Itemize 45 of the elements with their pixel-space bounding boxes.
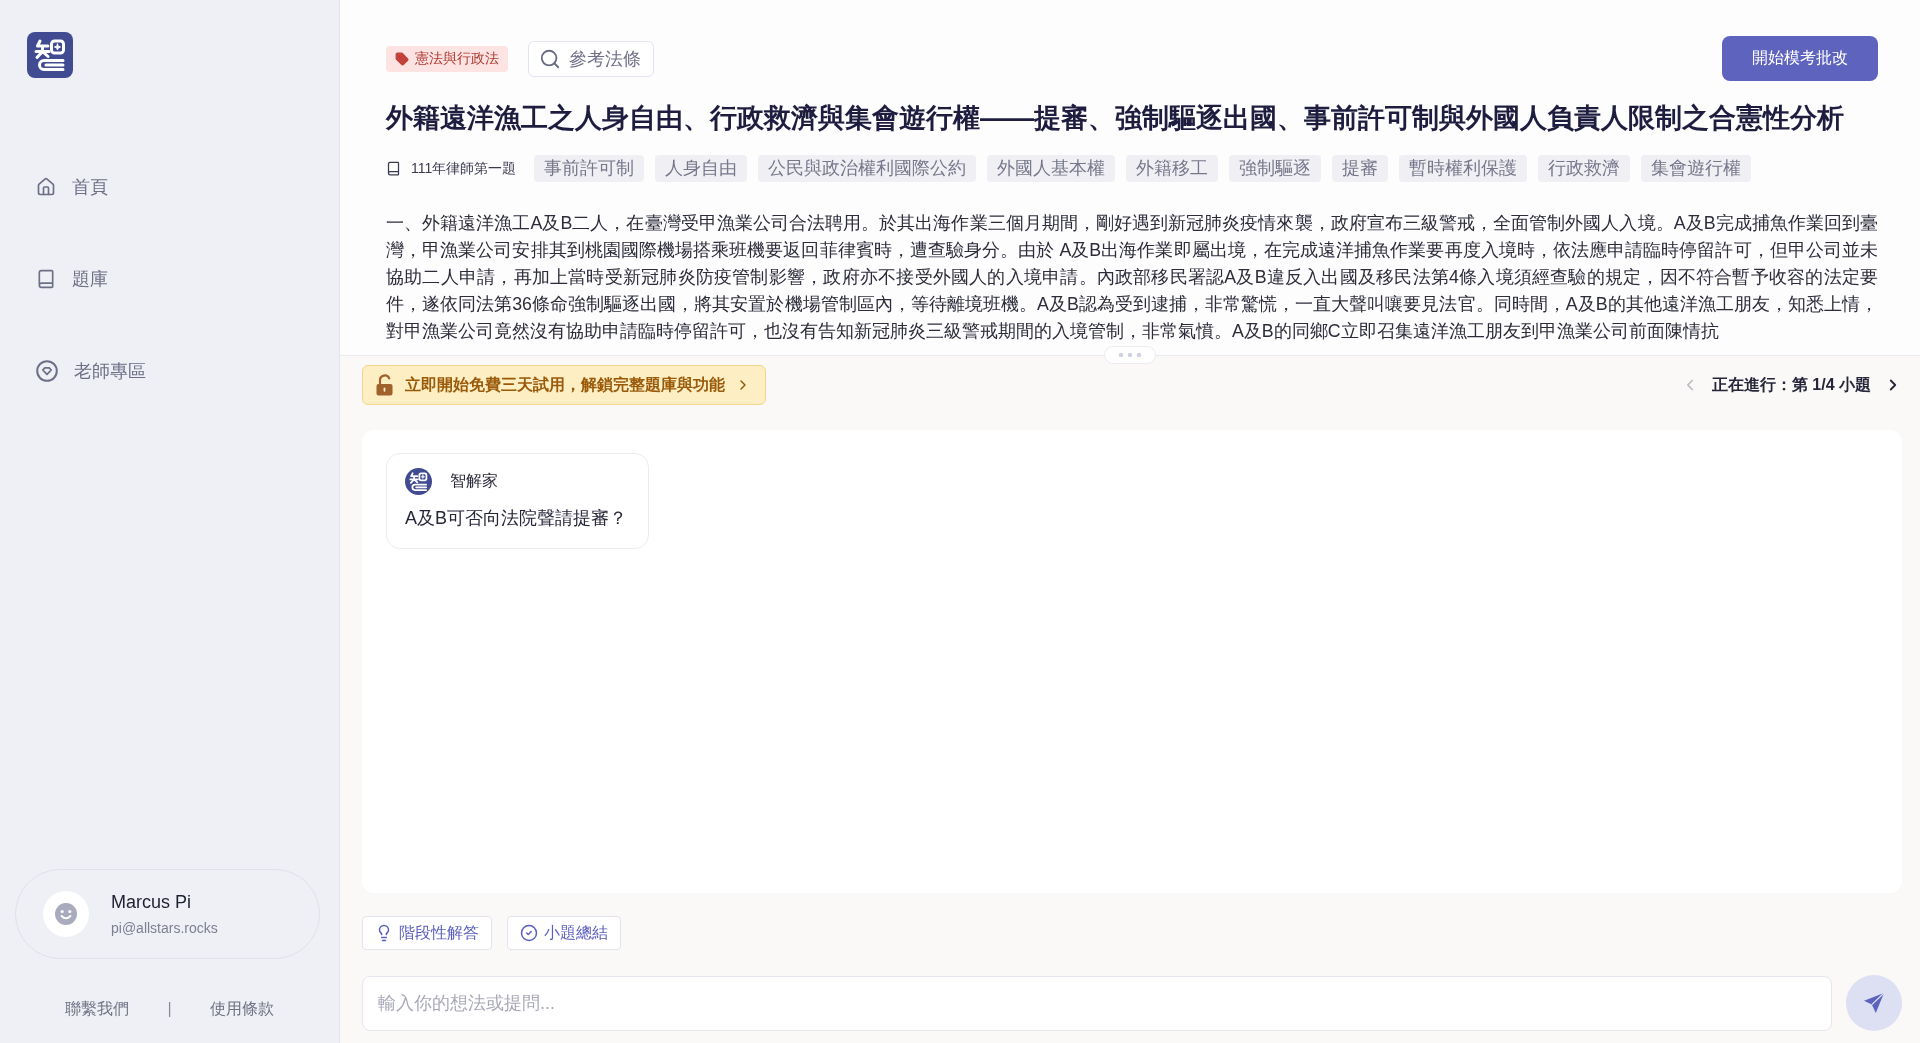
reference-search-button[interactable]: 參考法條 xyxy=(528,40,654,77)
hint-button[interactable]: 階段性解答 xyxy=(362,916,492,950)
link-separator: | xyxy=(167,1000,172,1018)
keyword: 暫時權利保護 xyxy=(1399,155,1528,182)
sender-name: 智解家 xyxy=(450,471,498,491)
keyword: 集會遊行權 xyxy=(1641,155,1752,182)
question-text: 一、外籍遠洋漁工A及B二人，在臺灣受甲漁業公司合法聘用。於其出海作業三個月期間，剛好遇到新冠肺炎疫情來襲，政府宣布三級警戒，全面管制外國人入境。A及B完成捕魚作業回到臺灣，甲漁業公司安排其到桃園國際機場搭乘班機要返回菲律賓時，遭查驗身分。由於 A及B出海作業即屬出境，在完成遠洋捕魚作業要再度入境時，依法應申請臨時停留許可，但甲公司並未協助二人申請，再加上當時受新冠肺炎防疫管制影響，政府亦不接受外國人的入境申請。內政部移民署認A及B違反入出國及移民法第4條入境須經查驗的規定，因不符合暫予收容的法定要件，遂依同法第36條命強制驅逐出國，將其安置於機場管制區內，等待離境班機。A及B認為受到逮捕，非常驚慌，一直大聲叫嚷要見法官。同時間，A及B的其他遠洋漁工朋友，知悉上情，對甲漁業公司竟然沒有協助申請臨時停留許可，也沒有告知新冠肺炎三級警戒期間的入境管制，非常氣憤。A及B的同鄉C立即召集遠洋漁工朋友到甲漁業公司前面陳情抗 xyxy=(386,212,1878,343)
book-icon xyxy=(386,161,401,176)
progress-label: 正在進行：第 1/4 小題 xyxy=(1711,374,1871,395)
smiley-avatar-icon xyxy=(43,891,89,937)
nav-item[interactable]: 老師專區 xyxy=(36,351,146,391)
assistant-avatar-icon xyxy=(405,468,432,495)
message-text: A及B可否向法院聲請提審？ xyxy=(405,507,628,530)
message-input[interactable]: 輸入你的想法或提問... xyxy=(362,975,1832,1031)
exam-source: 111年律師第一題 xyxy=(411,159,517,178)
footer-link[interactable]: 使用條款 xyxy=(209,998,274,1020)
keyword: 公民與政治權利國際公約 xyxy=(758,155,977,182)
book-icon xyxy=(36,269,56,289)
gem-circle-icon xyxy=(36,360,58,382)
keyword: 外國人基本權 xyxy=(987,155,1116,182)
category-name: 憲法與行政法 xyxy=(415,49,499,68)
home-icon xyxy=(36,177,56,197)
send-icon xyxy=(1862,991,1886,1015)
nav-item[interactable]: 首頁 xyxy=(36,167,108,207)
drag-handle-icon[interactable] xyxy=(1104,346,1156,364)
keyword: 強制驅逐 xyxy=(1229,155,1322,182)
keyword: 提審 xyxy=(1332,155,1389,182)
padlock-icon xyxy=(375,374,395,396)
keyword: 行政救濟 xyxy=(1538,155,1631,182)
user-name: Marcus Pi xyxy=(111,892,192,913)
question-title: 外籍遠洋漁工之人身自由、行政救濟與集會遊行權——提審、強制驅逐出國、事前許可制與外國人負責人限制之合憲性分析 xyxy=(386,102,1845,135)
keyword: 外籍移工 xyxy=(1126,155,1219,182)
keyword: 人身自由 xyxy=(655,155,748,182)
free-trial-banner[interactable]: 立即開始免費三天試用，解鎖完整題庫與功能 xyxy=(362,365,766,405)
keyword: 事前許可制 xyxy=(534,155,645,182)
tag-icon xyxy=(395,51,409,66)
check-circle-icon xyxy=(520,924,538,942)
summary-button[interactable]: 小題總結 xyxy=(507,916,621,950)
start-grading-button[interactable]: 開始模考批改 xyxy=(1722,36,1878,81)
search-icon xyxy=(539,47,561,70)
app-logo[interactable] xyxy=(27,32,73,78)
user-email: pi@allstars.rocks xyxy=(111,920,218,936)
nav-item[interactable]: 題庫 xyxy=(36,259,108,299)
send-button[interactable] xyxy=(1846,975,1902,1031)
footer-link[interactable]: 聯繫我們 xyxy=(65,998,130,1020)
